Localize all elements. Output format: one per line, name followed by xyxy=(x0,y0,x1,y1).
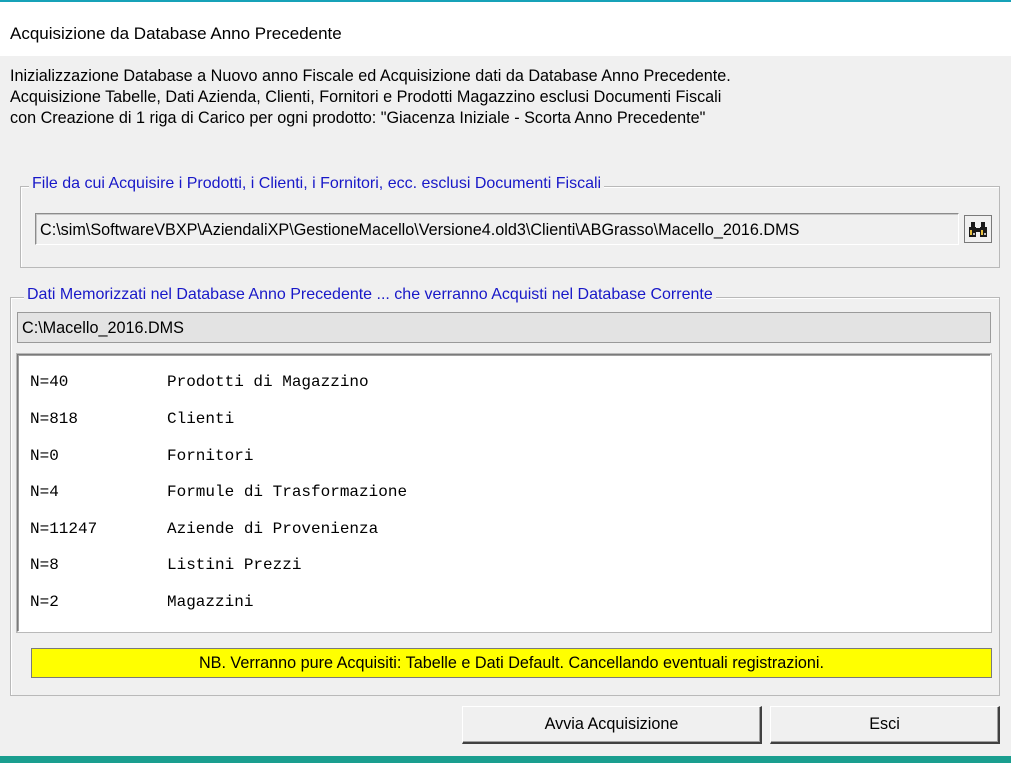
item-count: N=2 xyxy=(30,593,59,611)
item-label: Magazzini xyxy=(167,593,254,611)
description-line: con Creazione di 1 riga di Carico per og… xyxy=(10,109,706,127)
item-label: Fornitori xyxy=(167,447,254,465)
description-line: Inizializzazione Database a Nuovo anno F… xyxy=(10,67,731,85)
previous-database-group: Dati Memorizzati nel Database Anno Prece… xyxy=(10,286,1000,696)
window-title: Acquisizione da Database Anno Precedente xyxy=(10,24,342,43)
dialog-body: Inizializzazione Database a Nuovo anno F… xyxy=(0,56,1011,756)
exit-button[interactable]: Esci xyxy=(770,706,1000,744)
item-count: N=8 xyxy=(30,556,59,574)
browse-file-button[interactable] xyxy=(964,215,992,243)
item-count: N=0 xyxy=(30,447,59,465)
description-line: Acquisizione Tabelle, Dati Azienda, Clie… xyxy=(10,88,722,106)
database-name-field: C:\Macello_2016.DMS xyxy=(17,312,991,343)
warning-bar: NB. Verranno pure Acquisiti: Tabelle e D… xyxy=(31,648,992,678)
source-file-path-field[interactable]: C:\sim\SoftwareVBXP\AziendaliXP\Gestione… xyxy=(35,213,959,245)
dialog-window: Acquisizione da Database Anno Precedente… xyxy=(0,0,1011,763)
start-acquisition-button[interactable]: Avvia Acquisizione xyxy=(462,706,762,744)
item-count: N=40 xyxy=(30,373,69,391)
data-counts-list[interactable]: N=40 Prodotti di Magazzino N=818 Clienti… xyxy=(17,354,991,632)
item-count: N=4 xyxy=(30,483,59,501)
window-bottom-accent xyxy=(0,756,1011,763)
item-label: Prodotti di Magazzino xyxy=(167,373,369,391)
item-label: Formule di Trasformazione xyxy=(167,483,408,501)
item-label: Listini Prezzi xyxy=(167,556,302,574)
binoculars-icon xyxy=(969,222,987,237)
item-label: Aziende di Provenienza xyxy=(167,520,379,538)
previous-database-group-legend: Dati Memorizzati nel Database Anno Prece… xyxy=(24,286,716,304)
description-text: Inizializzazione Database a Nuovo anno F… xyxy=(10,66,1000,129)
item-label: Clienti xyxy=(167,410,235,428)
item-count: N=11247 xyxy=(30,520,98,538)
source-file-group: File da cui Acquisire i Prodotti, i Clie… xyxy=(20,175,1000,268)
source-file-group-legend: File da cui Acquisire i Prodotti, i Clie… xyxy=(29,175,605,193)
title-bar[interactable]: Acquisizione da Database Anno Precedente xyxy=(0,2,1011,56)
item-count: N=818 xyxy=(30,410,79,428)
